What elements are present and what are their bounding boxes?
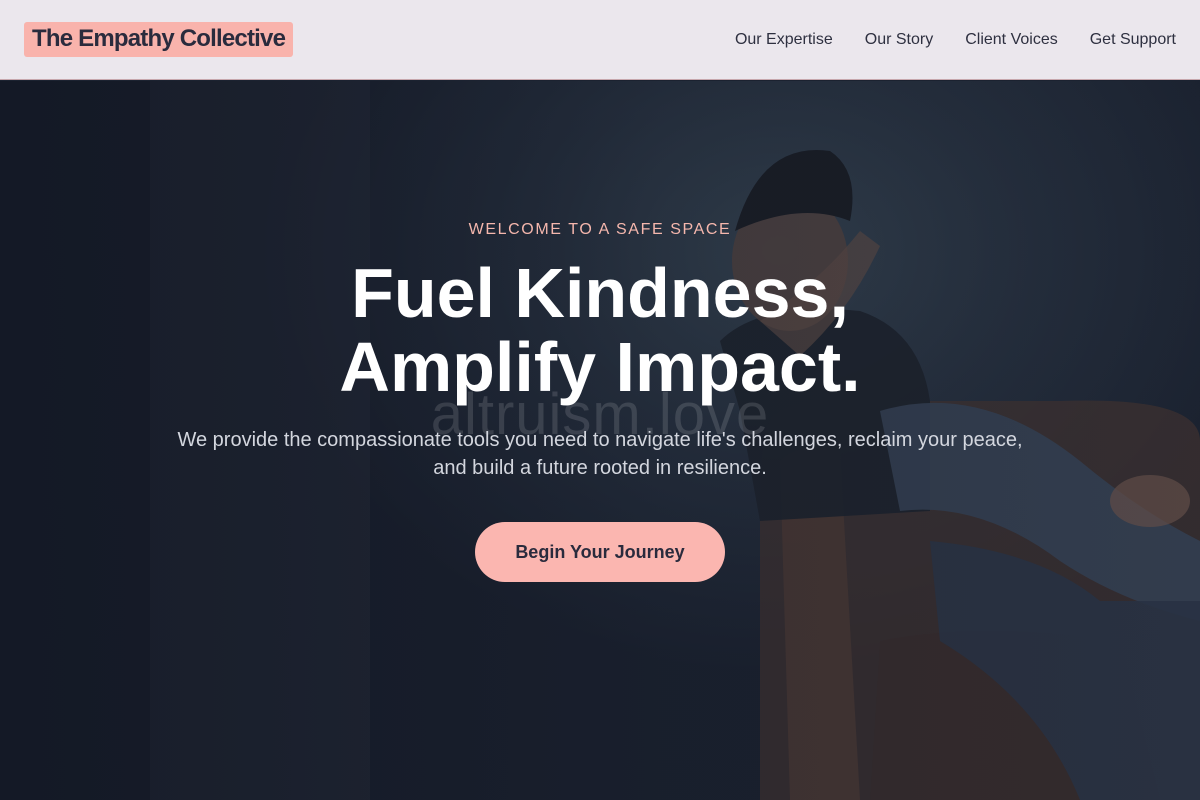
nav-item-our-expertise[interactable]: Our Expertise [735,30,833,50]
nav-item-client-voices[interactable]: Client Voices [965,30,1058,50]
begin-journey-button[interactable]: Begin Your Journey [475,522,725,582]
site-header: The Empathy Collective Our Expertise Our… [0,0,1200,80]
nav-item-get-support[interactable]: Get Support [1090,30,1176,50]
hero-subtext-line1: We provide the compassionate tools you n… [177,429,1023,451]
site-logo[interactable]: The Empathy Collective [24,22,294,57]
hero-subtext-line2: and build a future rooted in resilience. [433,457,767,479]
main-nav: Our Expertise Our Story Client Voices Ge… [703,30,1176,50]
hero-subtext: We provide the compassionate tools you n… [160,426,1040,482]
hero-headline: Fuel Kindness, Amplify Impact. [0,256,1200,404]
hero-headline-line1: Fuel Kindness, [351,254,849,332]
nav-item-our-story[interactable]: Our Story [865,30,933,50]
hero-eyebrow: WELCOME TO A SAFE SPACE [468,221,732,238]
hero-headline-line2: Amplify Impact. [339,328,861,406]
hero-section: altruism.love WELCOME TO A SAFE SPACE Fu… [0,81,1200,800]
